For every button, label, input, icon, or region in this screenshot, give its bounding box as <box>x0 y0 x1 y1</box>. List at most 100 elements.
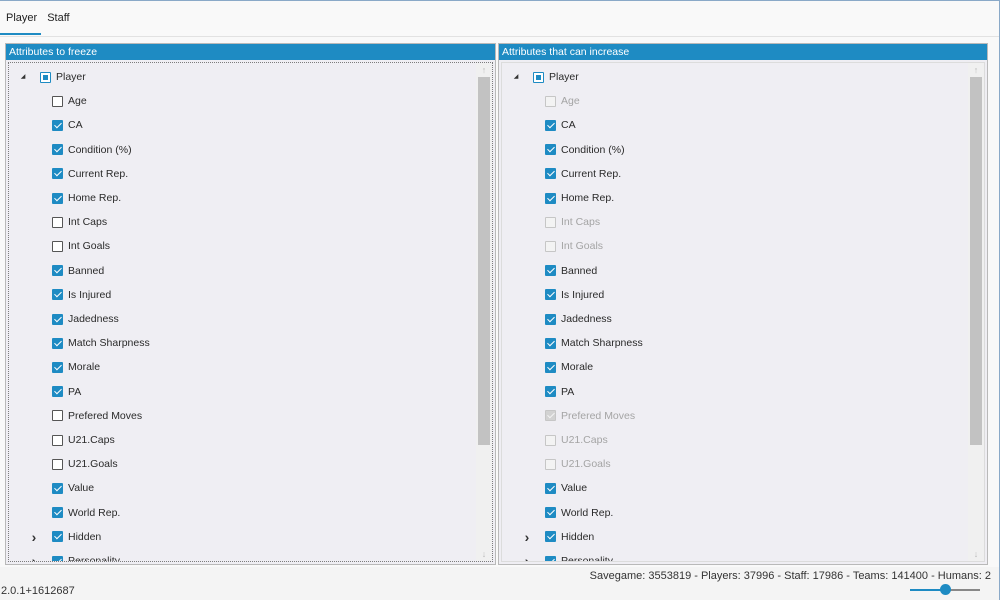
checkbox[interactable] <box>52 95 63 107</box>
checkbox[interactable] <box>52 458 63 470</box>
checkbox[interactable] <box>545 313 556 325</box>
tree-item-label: U21.Caps <box>561 434 608 446</box>
checkbox[interactable] <box>52 507 63 519</box>
checkbox[interactable] <box>52 410 63 422</box>
scroll-down-arrow-icon[interactable]: ↓ <box>476 547 492 561</box>
freeze-scrollbar[interactable]: ↑ ↓ <box>476 63 492 561</box>
tree-item[interactable]: Home Rep. <box>545 189 614 207</box>
checkbox[interactable] <box>52 119 63 131</box>
checkbox[interactable] <box>52 192 63 204</box>
tree-item[interactable]: U21.Caps <box>545 431 608 449</box>
tree-item[interactable]: Condition (%) <box>52 141 132 159</box>
tree-item[interactable]: Value <box>52 479 94 497</box>
checkbox[interactable] <box>52 361 63 373</box>
tree-item[interactable]: Int Goals <box>545 237 603 255</box>
tree-item[interactable]: Int Caps <box>545 213 600 231</box>
scroll-thumb[interactable] <box>970 77 982 445</box>
tree-item[interactable]: ◢ Player <box>514 68 579 86</box>
checkbox[interactable] <box>545 265 556 277</box>
tree-item[interactable]: Current Rep. <box>52 165 128 183</box>
expanded-arrow-icon[interactable]: ◢ <box>18 72 28 82</box>
checkbox[interactable] <box>545 192 556 204</box>
tree-item[interactable]: Morale <box>545 358 593 376</box>
tree-item[interactable]: › Hidden <box>32 528 102 546</box>
checkbox[interactable] <box>545 144 556 156</box>
checkbox[interactable] <box>52 240 63 252</box>
tree-item[interactable]: Int Goals <box>52 237 110 255</box>
tree-item[interactable]: ◢ Player <box>21 68 86 86</box>
tree-item[interactable]: U21.Caps <box>52 431 115 449</box>
checkbox[interactable] <box>52 144 63 156</box>
tree-item[interactable]: PA <box>545 383 574 401</box>
chevron-right-icon[interactable]: › <box>29 530 39 544</box>
tree-item[interactable]: Is Injured <box>545 286 604 304</box>
status-bar: Savegame: 3553819 - Players: 37996 - Sta… <box>0 567 999 600</box>
checkbox[interactable] <box>545 337 556 349</box>
tree-item[interactable]: Int Caps <box>52 213 107 231</box>
checkbox[interactable] <box>52 531 63 543</box>
tree-item[interactable]: Condition (%) <box>545 141 625 159</box>
tab-player[interactable]: Player <box>0 7 42 35</box>
checkbox[interactable] <box>52 337 63 349</box>
checkbox[interactable] <box>52 386 63 398</box>
tree-item[interactable]: World Rep. <box>52 504 120 522</box>
scroll-up-arrow-icon[interactable]: ↑ <box>476 63 492 77</box>
tree-item[interactable]: CA <box>52 116 83 134</box>
chevron-right-icon[interactable]: › <box>522 554 532 561</box>
tree-item[interactable]: Prefered Moves <box>52 407 142 425</box>
tree-item-label: PA <box>561 385 575 398</box>
checkbox[interactable] <box>545 507 556 519</box>
checkbox[interactable] <box>52 482 63 494</box>
checkbox[interactable] <box>52 434 63 446</box>
tree-item[interactable]: Age <box>545 92 580 110</box>
tree-item-label: Prefered Moves <box>68 409 143 422</box>
tree-item[interactable]: U21.Goals <box>52 455 118 473</box>
checkbox[interactable] <box>545 361 556 373</box>
checkbox[interactable] <box>545 289 556 301</box>
tree-item[interactable]: Home Rep. <box>52 189 121 207</box>
tree-item[interactable]: › Hidden <box>525 528 595 546</box>
tree-item[interactable]: Banned <box>52 262 104 280</box>
tree-item[interactable]: CA <box>545 116 576 134</box>
checkbox[interactable] <box>52 313 63 325</box>
tree-item[interactable]: PA <box>52 383 81 401</box>
tree-item[interactable]: U21.Goals <box>545 455 611 473</box>
tree-item[interactable]: World Rep. <box>545 504 613 522</box>
scroll-thumb[interactable] <box>478 77 490 445</box>
slider-thumb[interactable] <box>940 584 951 595</box>
expanded-arrow-icon[interactable]: ◢ <box>511 72 521 82</box>
checkbox[interactable] <box>52 265 63 277</box>
checkbox[interactable] <box>545 168 556 180</box>
tree-item[interactable]: › Personality <box>525 552 613 561</box>
zoom-slider[interactable] <box>910 584 980 595</box>
scroll-up-arrow-icon[interactable]: ↑ <box>968 63 984 77</box>
tree-item[interactable]: Match Sharpness <box>545 334 643 352</box>
tree-item[interactable]: Value <box>545 479 587 497</box>
tree-item[interactable]: Match Sharpness <box>52 334 150 352</box>
checkbox[interactable] <box>545 531 556 543</box>
chevron-right-icon[interactable]: › <box>522 530 532 544</box>
tree-item[interactable]: Current Rep. <box>545 165 621 183</box>
tree-item[interactable]: Banned <box>545 262 597 280</box>
tree-item[interactable]: Jadedness <box>545 310 612 328</box>
checkbox[interactable] <box>52 289 63 301</box>
tree-item[interactable]: › Personality <box>32 552 120 561</box>
checkbox[interactable] <box>545 119 556 131</box>
checkbox[interactable] <box>52 168 63 180</box>
checkbox[interactable] <box>545 482 556 494</box>
tree-item[interactable]: Prefered Moves <box>545 407 635 425</box>
scroll-down-arrow-icon[interactable]: ↓ <box>968 547 984 561</box>
tree-item[interactable]: Jadedness <box>52 310 119 328</box>
tab-staff[interactable]: Staff <box>41 7 73 35</box>
increase-scrollbar[interactable]: ↑ ↓ <box>968 63 984 561</box>
checkbox[interactable] <box>52 216 63 228</box>
tree-item[interactable]: Morale <box>52 358 100 376</box>
checkbox[interactable] <box>533 71 544 83</box>
checkbox[interactable] <box>40 71 51 83</box>
tree-item[interactable]: Age <box>52 92 87 110</box>
checkbox[interactable] <box>545 386 556 398</box>
checkbox[interactable] <box>545 555 556 561</box>
checkbox[interactable] <box>52 555 63 561</box>
tree-item[interactable]: Is Injured <box>52 286 111 304</box>
chevron-right-icon[interactable]: › <box>29 554 39 561</box>
